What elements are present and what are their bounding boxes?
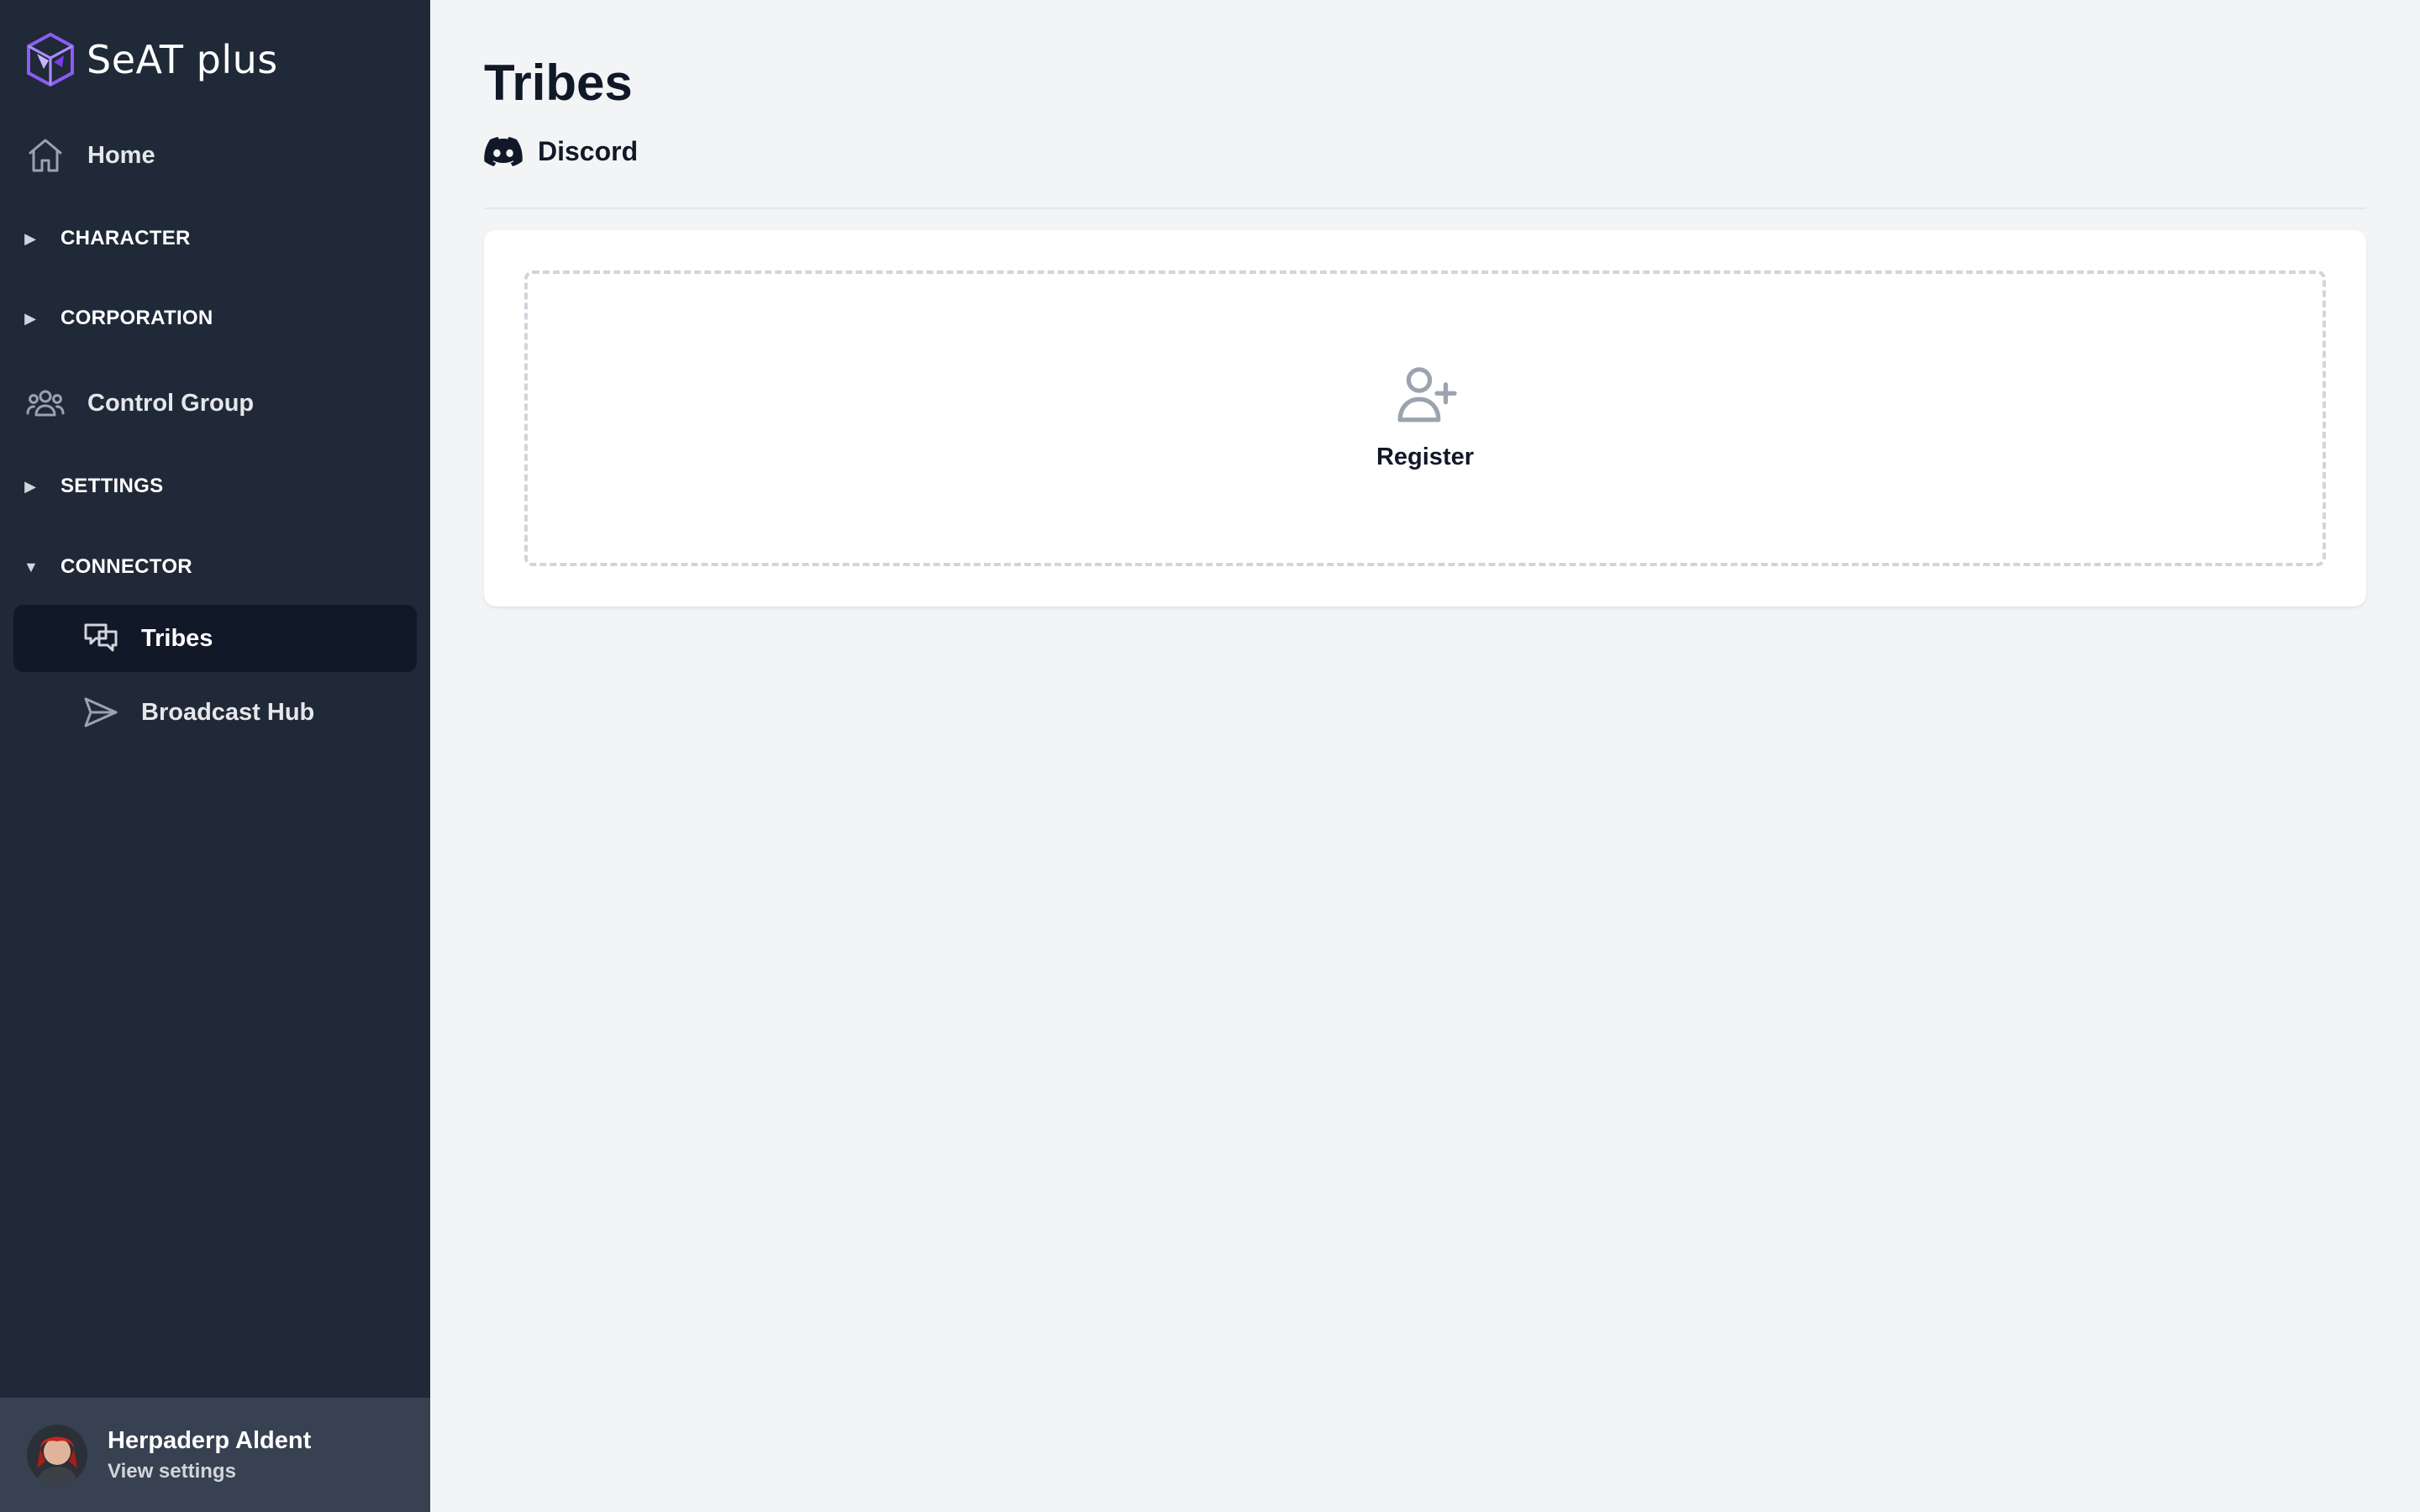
view-settings-link[interactable]: View settings [108, 1460, 311, 1483]
caret-right-icon: ▶ [24, 478, 36, 495]
seat-logo-icon [27, 32, 74, 87]
app-name: SeAT plus [87, 37, 278, 82]
register-label: Register [1376, 444, 1475, 470]
page-title: Tribes [484, 55, 633, 111]
caret-right-icon: ▶ [24, 310, 36, 327]
discord-icon [484, 136, 523, 166]
sidebar-item-control-group[interactable]: Control Group [25, 382, 254, 424]
sidebar-section-connector[interactable]: ▼ CONNECTOR [24, 550, 192, 584]
home-icon [29, 139, 62, 172]
sidebar-section-corporation[interactable]: ▶ CORPORATION [24, 302, 213, 335]
user-profile-footer[interactable]: Herpaderp Aldent View settings [0, 1398, 430, 1512]
section-label: SETTINGS [60, 475, 164, 497]
sidebar-section-character[interactable]: ▶ CHARACTER [24, 222, 191, 255]
chat-bubbles-icon [84, 623, 118, 652]
caret-down-icon: ▼ [24, 559, 39, 575]
sidebar-item-label: Home [87, 141, 155, 169]
user-plus-icon [1397, 367, 1457, 423]
section-label: CHARACTER [60, 227, 191, 249]
sidebar-item-tribes[interactable]: Tribes [13, 605, 417, 672]
sidebar-item-home[interactable]: Home [25, 134, 155, 176]
sidebar-section-settings[interactable]: ▶ SETTINGS [24, 470, 163, 503]
avatar [27, 1425, 87, 1485]
divider [484, 207, 2366, 209]
provider-label: Discord [538, 136, 639, 166]
sidebar: SeAT plus Home ▶ CHARACTER ▶ CORPORATION… [0, 0, 430, 1512]
provider-heading: Discord [484, 136, 638, 167]
sidebar-item-label: Tribes [141, 624, 213, 652]
caret-right-icon: ▶ [24, 230, 36, 247]
section-label: CONNECTOR [60, 555, 192, 578]
sidebar-item-label: Control Group [87, 389, 255, 417]
register-card: Register [484, 230, 2366, 606]
sidebar-item-label: Broadcast Hub [141, 698, 315, 726]
users-icon [26, 390, 65, 417]
section-label: CORPORATION [60, 307, 213, 329]
register-button[interactable]: Register [524, 270, 2326, 566]
sidebar-item-broadcast-hub[interactable]: Broadcast Hub [13, 679, 417, 746]
user-name: Herpaderp Aldent [108, 1426, 312, 1454]
brand[interactable]: SeAT plus [25, 32, 278, 87]
avatar-portrait-icon [27, 1425, 87, 1485]
paper-plane-icon [84, 697, 118, 727]
